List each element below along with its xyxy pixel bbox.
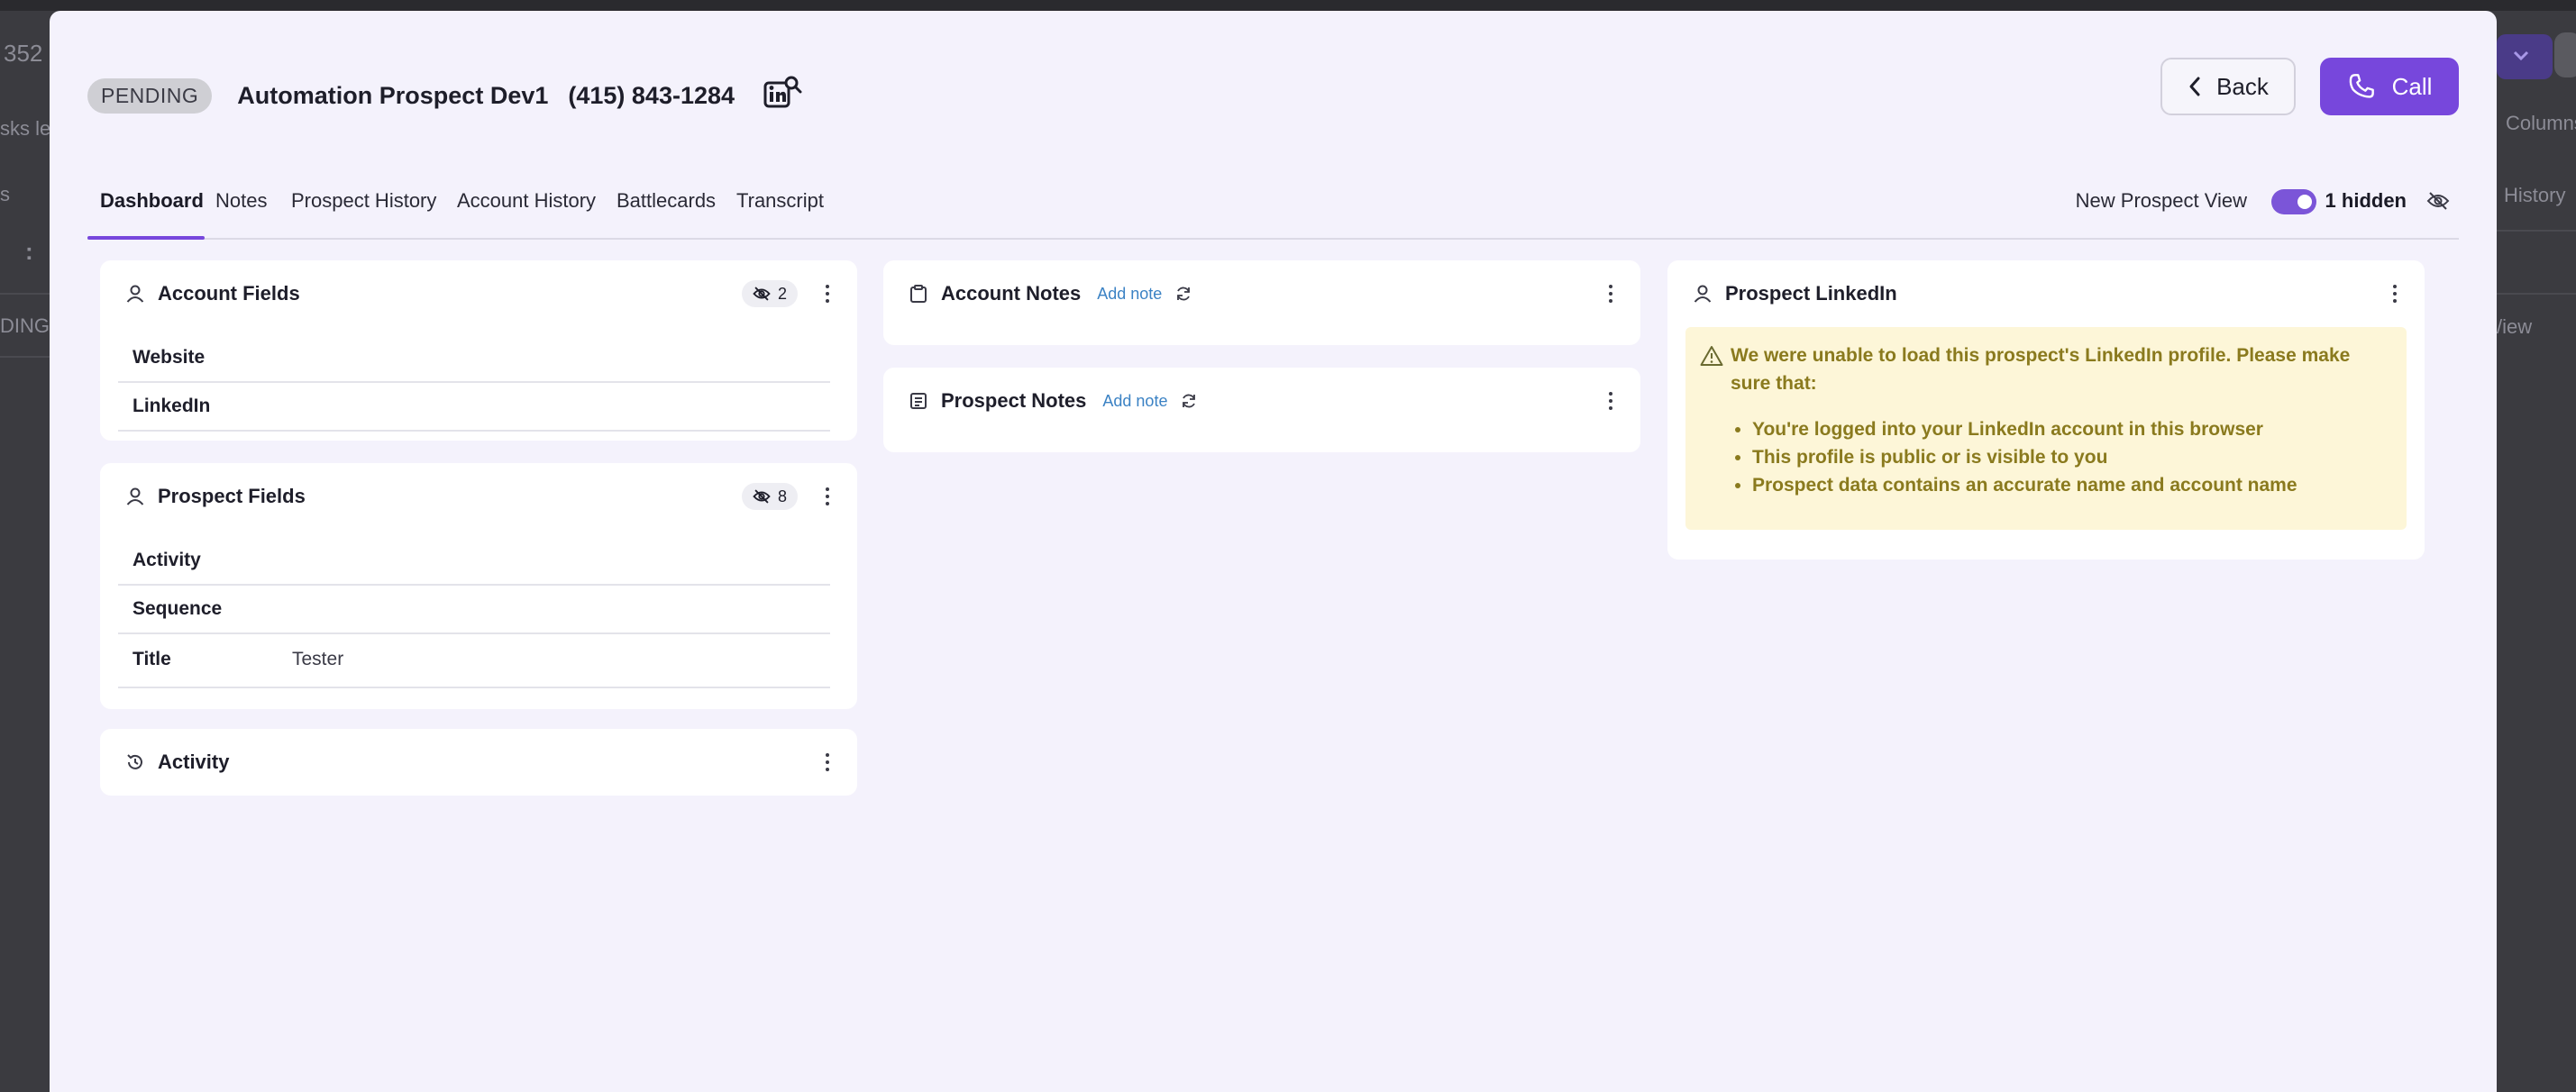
more-vertical-icon[interactable] — [1606, 282, 1615, 305]
backdrop-text: 352 — [4, 40, 43, 67]
linkedin-warning-list: You're logged into your LinkedIn account… — [1752, 415, 2392, 499]
account-fields-card: Account Fields 2 Website LinkedIn — [100, 260, 857, 441]
prospect-notes-card: Prospect Notes Add note — [883, 368, 1640, 452]
account-notes-title: Account Notes Add note — [909, 282, 1192, 305]
active-tab-indicator — [87, 236, 205, 240]
field-value[interactable]: Tester — [292, 649, 343, 670]
user-icon — [126, 285, 144, 303]
tab-bar: Dashboard Notes Prospect History Account… — [87, 171, 2459, 240]
list-item: This profile is public or is visible to … — [1752, 443, 2392, 471]
prospect-fields-card: Prospect Fields 8 Activity Sequence Titl… — [100, 463, 857, 709]
hidden-count-label: 1 hidden — [2325, 189, 2407, 212]
list-item: Prospect data contains an accurate name … — [1752, 471, 2392, 499]
more-vertical-icon[interactable] — [823, 282, 832, 305]
eye-off-icon — [753, 287, 771, 301]
backdrop-text: DING — [0, 314, 50, 337]
tab-dashboard[interactable]: Dashboard — [100, 189, 204, 213]
back-button-label: Back — [2216, 72, 2269, 100]
warning-icon — [1700, 346, 1723, 366]
new-prospect-view-label: New Prospect View — [2075, 189, 2247, 212]
backdrop-text: : — [25, 238, 33, 265]
user-icon — [1694, 285, 1712, 303]
more-vertical-icon[interactable] — [823, 751, 832, 774]
field-label: Title — [132, 649, 171, 669]
activity-title: Activity — [125, 751, 229, 774]
back-button[interactable]: Back — [2160, 58, 2296, 115]
tab-account-history[interactable]: Account History — [457, 189, 596, 213]
phone-icon — [2349, 74, 2374, 98]
field-label: Website — [132, 347, 206, 368]
field-row: Activity — [118, 537, 830, 586]
backdrop-button — [2554, 32, 2576, 77]
backdrop-divider — [0, 293, 50, 295]
field-row: LinkedIn — [118, 383, 830, 432]
tab-battlecards[interactable]: Battlecards — [617, 189, 716, 213]
call-button-label: Call — [2391, 72, 2433, 100]
prospect-linkedin-title-text: Prospect LinkedIn — [1725, 282, 1897, 305]
modal-header: PENDING Automation Prospect Dev1 (415) 8… — [87, 61, 2459, 130]
account-add-note-link[interactable]: Add note — [1097, 285, 1162, 304]
prospect-fields-title: Prospect Fields — [125, 485, 306, 508]
tab-notes[interactable]: Notes — [215, 189, 267, 213]
refresh-icon[interactable] — [1174, 285, 1192, 303]
prospect-add-note-link[interactable]: Add note — [1102, 392, 1167, 411]
prospect-linkedin-title: Prospect LinkedIn — [1693, 282, 1897, 305]
prospect-phone[interactable]: (415) 843-1284 — [568, 82, 735, 110]
account-notes-card: Account Notes Add note — [883, 260, 1640, 345]
tab-prospect-history[interactable]: Prospect History — [291, 189, 436, 213]
field-label: Sequence — [132, 598, 223, 619]
backdrop-topbar — [0, 0, 2576, 11]
field-row: Title Tester — [118, 634, 830, 688]
hidden-cards-control[interactable]: 1 hidden — [2325, 189, 2450, 213]
prospect-linkedin-card: Prospect LinkedIn We were unable to load… — [1667, 260, 2425, 560]
user-icon — [126, 487, 144, 505]
prospect-fields-title-text: Prospect Fields — [158, 485, 306, 507]
backdrop-button — [2497, 34, 2553, 79]
field-row: Sequence — [118, 586, 830, 634]
linkedin-warning: We were unable to load this prospect's L… — [1685, 327, 2407, 530]
refresh-icon[interactable] — [1180, 392, 1198, 410]
prospect-hidden-count: 8 — [777, 487, 787, 505]
backdrop-divider — [0, 356, 50, 358]
tab-transcript[interactable]: Transcript — [736, 189, 824, 213]
prospect-modal: PENDING Automation Prospect Dev1 (415) 8… — [50, 11, 2497, 1092]
list-item: You're logged into your LinkedIn account… — [1752, 415, 2392, 443]
chevron-left-icon — [2189, 77, 2200, 96]
chevron-down-icon — [2513, 50, 2529, 61]
account-fields-title-text: Account Fields — [158, 282, 300, 305]
backdrop-text: History — [2504, 184, 2566, 206]
clipboard-icon — [910, 285, 927, 303]
account-hidden-fields-badge[interactable]: 2 — [741, 280, 798, 307]
backdrop-text: s — [0, 183, 10, 205]
status-badge: PENDING — [87, 77, 213, 114]
account-fields-title: Account Fields — [125, 282, 300, 305]
field-label: LinkedIn — [132, 396, 211, 416]
prospect-notes-title-text: Prospect Notes — [941, 389, 1087, 412]
prospect-hidden-fields-badge[interactable]: 8 — [741, 483, 798, 510]
prospect-notes-title: Prospect Notes Add note — [909, 389, 1198, 413]
new-prospect-view-toggle[interactable] — [2271, 189, 2316, 214]
prospect-name: Automation Prospect Dev1 — [237, 81, 549, 109]
notes-icon — [910, 393, 927, 409]
more-vertical-icon[interactable] — [1606, 389, 1615, 413]
activity-card: Activity — [100, 729, 857, 796]
field-row: Website — [118, 334, 830, 383]
linkedin-warning-message: We were unable to load this prospect's L… — [1731, 345, 2351, 394]
linkedin-search-icon[interactable] — [763, 76, 803, 115]
more-vertical-icon[interactable] — [823, 485, 832, 508]
eye-off-icon — [2426, 192, 2450, 210]
history-icon — [127, 754, 142, 769]
backdrop-text: Columns — [2506, 112, 2576, 134]
account-notes-title-text: Account Notes — [941, 282, 1082, 305]
backdrop-divider — [2497, 230, 2576, 232]
backdrop-divider — [2497, 293, 2576, 295]
call-button[interactable]: Call — [2320, 58, 2459, 115]
backdrop-text: sks let — [0, 117, 57, 140]
field-label: Activity — [132, 550, 201, 570]
more-vertical-icon[interactable] — [2390, 282, 2399, 305]
account-hidden-count: 2 — [777, 284, 787, 303]
eye-off-icon — [753, 489, 771, 504]
backdrop-text: /iew — [2497, 315, 2533, 338]
activity-title-text: Activity — [158, 751, 230, 773]
